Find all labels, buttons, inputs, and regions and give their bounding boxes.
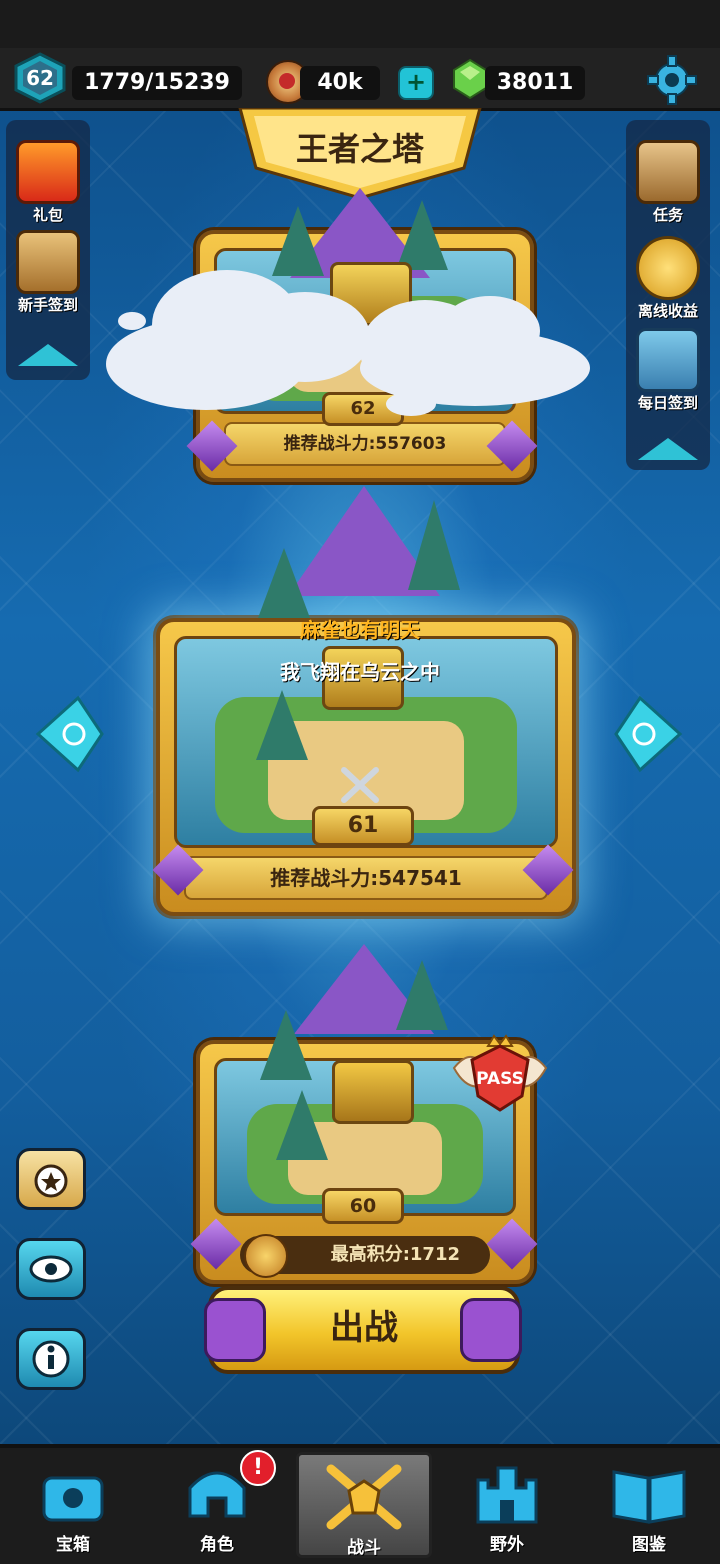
view-button[interactable] (16, 1238, 86, 1300)
player-level: 62 (26, 66, 54, 90)
nav-character-label: 角色 (200, 1535, 234, 1555)
collapse-left-menu-icon[interactable] (18, 344, 78, 366)
crossed-swords-icon (326, 1464, 402, 1530)
collapse-right-menu-icon[interactable] (638, 438, 698, 460)
lower-chest-icon (332, 1060, 414, 1124)
crossed-swords-icon (341, 767, 379, 803)
gift-pack-label: 礼包 (32, 206, 63, 224)
nav-codex[interactable]: 图鉴 (584, 1452, 714, 1555)
info-button[interactable] (16, 1328, 86, 1390)
tasks-button[interactable]: 任务 (628, 140, 708, 225)
newbie-signin-button[interactable]: 新手签到 (6, 230, 90, 315)
daily-signin-label: 每日签到 (637, 394, 698, 412)
daily-signin-button[interactable]: 每日签到 (628, 328, 708, 413)
score-medal-icon (244, 1234, 288, 1278)
chat-line-1: 麻雀也有明天 (300, 618, 420, 642)
treasure-chest-icon (42, 1476, 104, 1522)
gem-amount: 38011 (485, 66, 585, 100)
nav-battle-label: 战斗 (347, 1538, 381, 1558)
nav-wild[interactable]: 野外 (442, 1452, 572, 1555)
tree-icon (272, 206, 324, 276)
upper-recommend-power: 推荐战斗力:557603 (224, 422, 506, 466)
tree-icon (276, 1090, 328, 1160)
notification-badge: ! (240, 1450, 276, 1486)
tree-icon (258, 548, 310, 618)
book-icon (612, 1470, 686, 1524)
coin-amount: 40k (300, 66, 380, 100)
pass-label: PASS (476, 1069, 524, 1089)
pass-badge: PASS (452, 1034, 548, 1112)
next-stage-arrow-icon[interactable] (612, 694, 684, 774)
fight-emblem-right (460, 1298, 522, 1362)
previous-stage-arrow-icon[interactable] (34, 694, 106, 774)
exp-counter: 1779/15239 (72, 66, 242, 100)
scroll-quill-icon (16, 230, 80, 294)
tasks-label: 任务 (652, 206, 683, 224)
offline-earnings-button[interactable]: 离线收益 (628, 236, 708, 321)
treasure-map-icon (636, 140, 700, 204)
medal-button[interactable] (16, 1148, 86, 1210)
gift-pack-button[interactable]: 礼包 (10, 140, 86, 225)
page-title: 王者之塔 (295, 130, 424, 168)
gold-coin-stack-icon (636, 236, 700, 300)
current-recommend-power: 推荐战斗力:547541 (184, 856, 548, 900)
castle-icon (476, 1466, 538, 1524)
gift-box-icon (16, 140, 80, 204)
chat-line-2: 我飞翔在乌云之中 (280, 660, 440, 684)
nav-codex-label: 图鉴 (632, 1535, 666, 1555)
nav-wild-label: 野外 (490, 1535, 524, 1555)
add-coins-button[interactable]: + (398, 66, 434, 100)
tree-icon (260, 1010, 312, 1080)
offline-earnings-label: 离线收益 (637, 302, 698, 320)
eye-icon (29, 1255, 73, 1283)
gear-icon[interactable] (646, 54, 698, 106)
info-icon (32, 1340, 70, 1378)
tree-icon (408, 500, 460, 590)
tree-icon (396, 960, 448, 1030)
gem-icon (453, 58, 487, 100)
medal-icon (34, 1164, 68, 1198)
tree-icon (396, 200, 448, 270)
current-floor-number: 61 (312, 806, 414, 846)
fight-emblem-left (204, 1298, 266, 1362)
newbie-signin-label: 新手签到 (17, 296, 78, 314)
lower-floor-number: 60 (322, 1188, 404, 1224)
status-bar (0, 0, 720, 48)
nav-treasure[interactable]: 宝箱 (8, 1452, 138, 1555)
tree-icon (256, 690, 308, 760)
nav-battle[interactable]: 战斗 (296, 1452, 432, 1558)
nav-treasure-label: 宝箱 (56, 1535, 90, 1555)
checklist-icon (636, 328, 700, 392)
